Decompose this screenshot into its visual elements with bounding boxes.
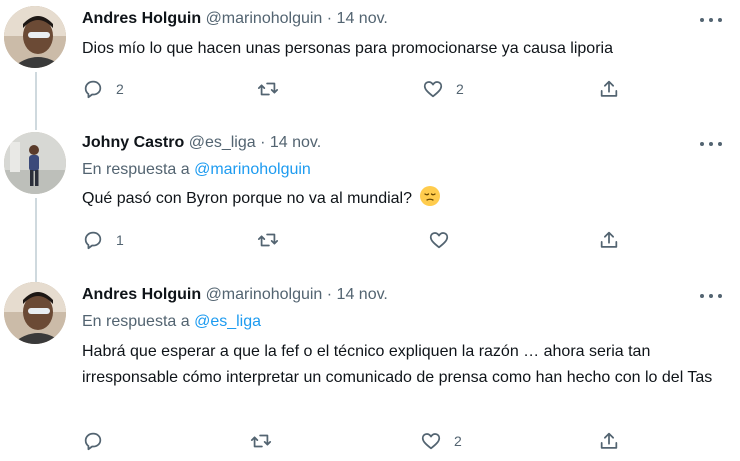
reply-button[interactable]: 2 (82, 78, 124, 100)
reply-count: 1 (116, 232, 124, 248)
like-count: 2 (456, 81, 464, 97)
retweet-icon (257, 233, 279, 247)
tweet-3[interactable]: Andres Holguin @marinoholguin · 14 nov. … (0, 270, 740, 461)
tweet-date[interactable]: 14 nov. (270, 134, 321, 151)
more-icon[interactable] (700, 14, 722, 26)
tweet-header: Johny Castro @es_liga · 14 nov. (82, 134, 321, 152)
retweet-icon (257, 82, 279, 96)
more-icon[interactable] (700, 290, 722, 302)
reply-icon (84, 432, 102, 451)
reply-button[interactable]: 1 (82, 229, 124, 251)
reply-mention-link[interactable]: @es_liga (194, 313, 261, 330)
tweet-actions: 2 2 (82, 78, 642, 100)
thread-line (35, 72, 37, 120)
like-button[interactable]: 2 (420, 430, 462, 452)
tweet-actions: 1 (82, 229, 642, 251)
tweet-header: Andres Holguin @marinoholguin · 14 nov. (82, 10, 388, 28)
share-button[interactable] (598, 78, 620, 100)
reply-mention-link[interactable]: @marinoholguin (194, 161, 311, 178)
share-button[interactable] (598, 430, 620, 452)
tweet-actions: 2 (82, 430, 642, 452)
reply-icon (84, 80, 102, 99)
more-icon[interactable] (700, 138, 722, 150)
share-icon (600, 231, 618, 248)
like-button[interactable] (428, 229, 462, 251)
tweet-2[interactable]: Johny Castro @es_liga · 14 nov. En respu… (0, 120, 740, 270)
reply-icon (84, 231, 102, 250)
thread-line (35, 198, 37, 270)
reply-prefix: En respuesta a (82, 313, 190, 330)
tweet-text: Qué pasó con Byron porque no va al mundi… (82, 190, 412, 207)
like-icon (429, 232, 449, 249)
thread-line (35, 270, 37, 282)
separator-dot: · (326, 10, 333, 27)
tweet-text-container: Qué pasó con Byron porque no va al mundi… (82, 186, 722, 212)
share-button[interactable] (598, 229, 620, 251)
tweet-text: Dios mío lo que hacen unas personas para… (82, 40, 613, 57)
reply-context: En respuesta a @marinoholguin (82, 161, 311, 179)
author-name[interactable]: Johny Castro (82, 134, 184, 151)
avatar[interactable] (4, 132, 66, 194)
author-handle[interactable]: @marinoholguin (206, 10, 323, 27)
reply-context: En respuesta a @es_liga (82, 313, 261, 331)
author-name[interactable]: Andres Holguin (82, 286, 201, 303)
tweet-header: Andres Holguin @marinoholguin · 14 nov. (82, 286, 388, 304)
tweet-date[interactable]: 14 nov. (337, 286, 388, 303)
reply-count: 2 (116, 81, 124, 97)
thread-line (35, 120, 37, 130)
like-icon (421, 433, 441, 450)
retweet-button[interactable] (257, 78, 291, 100)
retweet-button[interactable] (250, 430, 284, 452)
author-name[interactable]: Andres Holguin (82, 10, 201, 27)
pensive-face-icon (420, 186, 441, 206)
author-handle[interactable]: @marinoholguin (206, 286, 323, 303)
retweet-button[interactable] (257, 229, 291, 251)
avatar[interactable] (4, 6, 66, 68)
like-button[interactable]: 2 (422, 78, 464, 100)
separator-dot: · (326, 286, 333, 303)
tweet-date[interactable]: 14 nov. (337, 10, 388, 27)
author-handle[interactable]: @es_liga (189, 134, 256, 151)
share-icon (600, 432, 618, 449)
separator-dot: · (260, 134, 266, 151)
share-icon (600, 80, 618, 97)
retweet-icon (250, 434, 272, 448)
avatar[interactable] (4, 282, 66, 344)
tweet-1[interactable]: Andres Holguin @marinoholguin · 14 nov. … (0, 0, 740, 120)
like-icon (423, 81, 443, 98)
reply-prefix: En respuesta a (82, 161, 190, 178)
tweet-text: Habrá que esperar a que la fef o el técn… (82, 343, 713, 386)
reply-button[interactable] (82, 430, 116, 452)
like-count: 2 (454, 433, 462, 449)
